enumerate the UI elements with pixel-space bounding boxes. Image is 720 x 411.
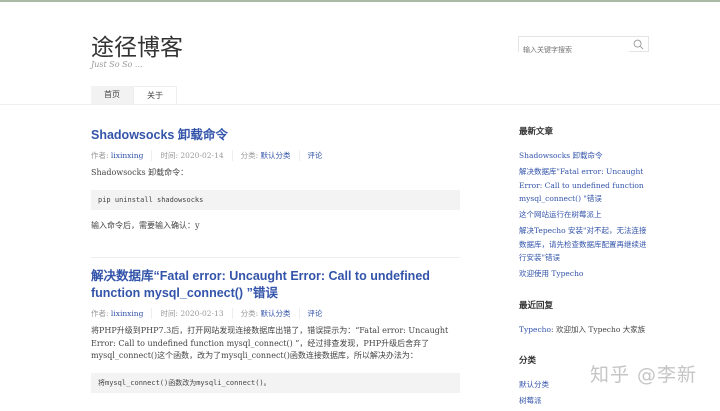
post-time: 时间: 2020-02-14 [151, 150, 231, 161]
post-title[interactable]: 解决数据库“Fatal error: Uncaught Error: Call … [91, 268, 460, 302]
author-label: 作者: [91, 309, 111, 318]
post-meta: 作者: lixinxing 时间: 2020-02-14 分类: 默认分类 评论 [91, 150, 460, 161]
site-title[interactable]: 途径博客 [91, 28, 183, 62]
category-label: 分类: [240, 151, 261, 160]
search-icon[interactable] [633, 39, 644, 50]
author-link[interactable]: lixinxing [111, 151, 144, 160]
nav-home[interactable]: 首页 [91, 86, 133, 105]
post-title[interactable]: Shadowsocks 卸载命令 [91, 128, 228, 142]
top-border [0, 0, 720, 2]
recent-posts-heading: 最新文章 [519, 127, 554, 137]
category-link[interactable]: 默认分类 [519, 380, 549, 389]
recent-post-link[interactable]: 解决数据库"Fatal error: Uncaught Error: Call … [519, 167, 644, 203]
category-link[interactable]: 默认分类 [261, 309, 291, 318]
watermark: 知乎 @李新 [590, 364, 698, 386]
author-label: 作者: [91, 151, 111, 160]
post-paragraph: 将PHP升级到PHP7.3后，打开网站发现连接数据库出错了，错误提示为：“Fat… [91, 326, 449, 360]
post: Shadowsocks 卸载命令 作者: lixinxing 时间: 2020-… [91, 124, 460, 258]
code-block: 将mysql_connect()函数改为mysqli_connect()。 [91, 372, 460, 393]
search-box[interactable] [518, 36, 649, 57]
code-block: pip uninstall shadowsocks [91, 189, 460, 210]
post-meta: 作者: lixinxing 时间: 2020-02-13 分类: 默认分类 评论 [91, 308, 460, 319]
recent-post-link[interactable]: 这个网站运行在树莓派上 [519, 210, 602, 219]
comments-link[interactable]: 评论 [308, 151, 323, 160]
recent-post-link[interactable]: Shadowsocks 卸载命令 [519, 151, 603, 160]
site-description: Just So So ... [91, 60, 143, 69]
comment-author-link[interactable]: Typecho [519, 325, 551, 334]
post-divider [91, 257, 460, 258]
search-input[interactable] [519, 43, 629, 57]
comments-link[interactable]: 评论 [308, 309, 323, 318]
post-time: 时间: 2020-02-13 [151, 308, 231, 319]
category-label: 分类: [240, 309, 261, 318]
recent-comments-heading: 最近回复 [519, 300, 554, 311]
nav-about[interactable]: 关于 [133, 86, 177, 105]
post: 解决数据库“Fatal error: Uncaught Error: Call … [91, 268, 460, 403]
main-nav: 首页 关于 [91, 86, 177, 105]
recent-posts-list: Shadowsocks 卸载命令 解决数据库"Fatal error: Unca… [519, 149, 651, 281]
comment-link[interactable]: : 欢迎加入 Typecho 大家族 [551, 325, 645, 334]
recent-post-link[interactable]: 解决Tepecho 安装"对不起，无法连接数据库，请先检查数据库配置再继续进行安… [519, 226, 647, 262]
post-paragraph: 输入命令后，需要输入确认：y [91, 220, 200, 230]
author-link[interactable]: lixinxing [111, 309, 144, 318]
nav-divider [0, 104, 720, 105]
category-link[interactable]: 默认分类 [261, 151, 291, 160]
post-paragraph: Shadowsocks 卸载命令： [91, 168, 189, 177]
recent-post-link[interactable]: 欢迎使用 Typecho [519, 269, 583, 278]
